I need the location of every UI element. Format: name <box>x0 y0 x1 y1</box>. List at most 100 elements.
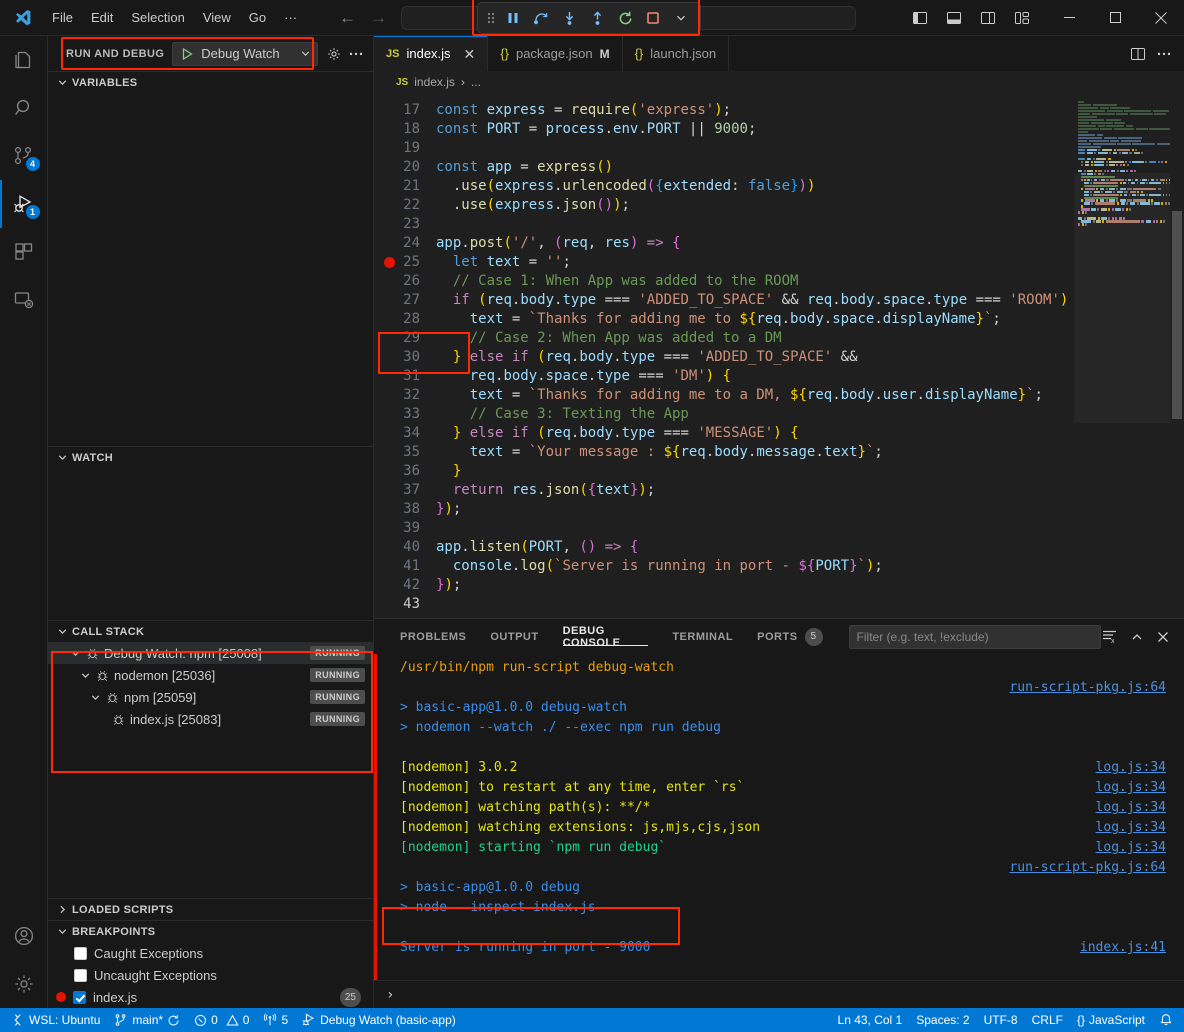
line-number[interactable]: 21 <box>374 177 436 196</box>
code-line[interactable]: const app = express() <box>436 158 1184 177</box>
sidebar-item-extensions[interactable] <box>0 228 48 276</box>
menu-go[interactable]: Go <box>241 6 274 29</box>
line-number[interactable]: 17 <box>374 101 436 120</box>
window-close-button[interactable] <box>1138 0 1184 36</box>
line-number[interactable]: 40 <box>374 538 436 557</box>
toolbar-more-chevron-icon[interactable] <box>668 5 694 31</box>
line-number[interactable]: 23 <box>374 215 436 234</box>
code-line[interactable] <box>436 215 1184 234</box>
line-number[interactable]: 38 <box>374 500 436 519</box>
console-source-link[interactable]: log.js:34 <box>1096 838 1166 858</box>
chevron-down-icon[interactable] <box>80 670 91 681</box>
line-number[interactable]: 18 <box>374 120 436 139</box>
sidebar-item-remote-explorer[interactable] <box>0 276 48 324</box>
status-cursor-position[interactable]: Ln 43, Col 1 <box>831 1008 910 1032</box>
console-line[interactable]: [nodemon] watching extensions: js,mjs,cj… <box>374 818 1184 838</box>
breakpoint-checkbox[interactable] <box>74 947 87 960</box>
console-line[interactable]: run-script-pkg.js:64 <box>374 678 1184 698</box>
line-number[interactable]: 42 <box>374 576 436 595</box>
toggle-panel-icon[interactable] <box>940 5 968 31</box>
line-number-gutter[interactable]: 1718192021222324252627282930313233343536… <box>374 93 436 618</box>
sidebar-item-search[interactable] <box>0 84 48 132</box>
line-number[interactable]: 25 <box>374 253 436 272</box>
console-line[interactable]: run-script-pkg.js:64 <box>374 858 1184 878</box>
console-line[interactable] <box>374 738 1184 758</box>
code-line[interactable]: const express = require('express'); <box>436 101 1184 120</box>
code-line[interactable]: .use(express.urlencoded({extended: false… <box>436 177 1184 196</box>
code-line[interactable]: }); <box>436 500 1184 519</box>
chevron-down-icon[interactable] <box>70 648 81 659</box>
collapse-panel-icon[interactable] <box>1130 630 1144 644</box>
line-number[interactable]: 37 <box>374 481 436 500</box>
manage-gear-icon[interactable] <box>0 960 48 1008</box>
scrollbar-thumb[interactable] <box>1172 211 1182 419</box>
console-source-link[interactable]: run-script-pkg.js:64 <box>1009 858 1166 878</box>
line-number[interactable]: 36 <box>374 462 436 481</box>
close-panel-icon[interactable] <box>1156 630 1170 644</box>
section-call-stack-header[interactable]: CALL STACK <box>48 620 373 642</box>
step-out-button[interactable] <box>584 5 610 31</box>
breakpoint-row[interactable]: Uncaught Exceptions <box>48 964 373 986</box>
status-language-mode[interactable]: {} JavaScript <box>1070 1008 1152 1032</box>
line-number[interactable]: 31 <box>374 367 436 386</box>
tab-output[interactable]: OUTPUT <box>478 619 550 654</box>
tab-index-js[interactable]: JS index.js ✕ <box>374 36 488 71</box>
launch-configuration-select[interactable]: Debug Watch <box>172 42 318 66</box>
line-number[interactable]: 26 <box>374 272 436 291</box>
gear-icon[interactable] <box>326 46 342 62</box>
split-editor-icon[interactable] <box>1130 46 1146 62</box>
clear-console-icon[interactable]: x <box>1101 628 1118 645</box>
section-breakpoints-header[interactable]: BREAKPOINTS <box>48 920 373 942</box>
line-number[interactable]: 24 <box>374 234 436 253</box>
tab-ports[interactable]: PORTS 5 <box>745 619 834 654</box>
status-remote-host[interactable]: WSL: Ubuntu <box>4 1008 107 1032</box>
status-problems[interactable]: 0 0 <box>187 1008 256 1032</box>
console-source-link[interactable]: log.js:34 <box>1096 758 1166 778</box>
minimap-slider[interactable] <box>1074 173 1170 423</box>
console-line[interactable] <box>374 918 1184 938</box>
console-line[interactable]: > basic-app@1.0.0 debug <box>374 878 1184 898</box>
menu-selection[interactable]: Selection <box>123 6 192 29</box>
status-debug-session[interactable]: Debug Watch (basic-app) <box>295 1008 463 1032</box>
sidebar-item-source-control[interactable]: 4 <box>0 132 48 180</box>
breakpoint-checkbox[interactable] <box>74 969 87 982</box>
console-line[interactable]: [nodemon] starting `npm run debug`log.js… <box>374 838 1184 858</box>
debug-console-input[interactable]: › <box>374 980 1184 1008</box>
code-line[interactable] <box>436 139 1184 158</box>
line-number[interactable]: 27 <box>374 291 436 310</box>
code-line[interactable] <box>436 519 1184 538</box>
breadcrumb-file[interactable]: index.js <box>414 75 455 89</box>
toggle-primary-sidebar-icon[interactable] <box>906 5 934 31</box>
line-number[interactable]: 39 <box>374 519 436 538</box>
play-icon[interactable] <box>180 47 194 61</box>
code-content[interactable]: const express = require('express'); const… <box>436 93 1184 618</box>
window-maximize-button[interactable] <box>1092 0 1138 36</box>
call-stack-row[interactable]: Debug Watch: npm [25008] RUNNING <box>48 642 373 664</box>
code-line[interactable]: text = `Your message : ${req.body.messag… <box>436 443 1184 462</box>
line-number[interactable]: 34 <box>374 424 436 443</box>
restart-button[interactable] <box>612 5 638 31</box>
filter-input[interactable] <box>857 630 1093 644</box>
chevron-down-icon[interactable] <box>300 48 311 59</box>
close-icon[interactable]: ✕ <box>464 47 476 61</box>
code-line[interactable]: if (req.body.type === 'ADDED_TO_SPACE' &… <box>436 291 1184 310</box>
code-line[interactable]: } else if (req.body.type === 'ADDED_TO_S… <box>436 348 1184 367</box>
line-number[interactable]: 29 <box>374 329 436 348</box>
code-line[interactable]: } else if (req.body.type === 'MESSAGE') … <box>436 424 1184 443</box>
menu-more[interactable]: ··· <box>276 6 305 29</box>
line-number[interactable]: 33 <box>374 405 436 424</box>
ellipsis-icon[interactable] <box>348 46 364 62</box>
arrow-left-icon[interactable]: ← <box>339 9 356 26</box>
console-line[interactable]: > nodemon --watch ./ --exec npm run debu… <box>374 718 1184 738</box>
tab-terminal[interactable]: TERMINAL <box>660 619 745 654</box>
console-line[interactable]: > node --inspect index.js <box>374 898 1184 918</box>
line-number[interactable]: 28 <box>374 310 436 329</box>
sidebar-item-explorer[interactable] <box>0 36 48 84</box>
toggle-secondary-sidebar-icon[interactable] <box>974 5 1002 31</box>
code-line[interactable]: .use(express.json()); <box>436 196 1184 215</box>
line-number[interactable]: 43 <box>374 595 436 614</box>
menu-edit[interactable]: Edit <box>83 6 121 29</box>
section-watch-header[interactable]: WATCH <box>48 446 373 468</box>
code-line[interactable]: req.body.space.type === 'DM') { <box>436 367 1184 386</box>
debug-console-output[interactable]: /usr/bin/npm run-script debug-watch run-… <box>374 654 1184 980</box>
